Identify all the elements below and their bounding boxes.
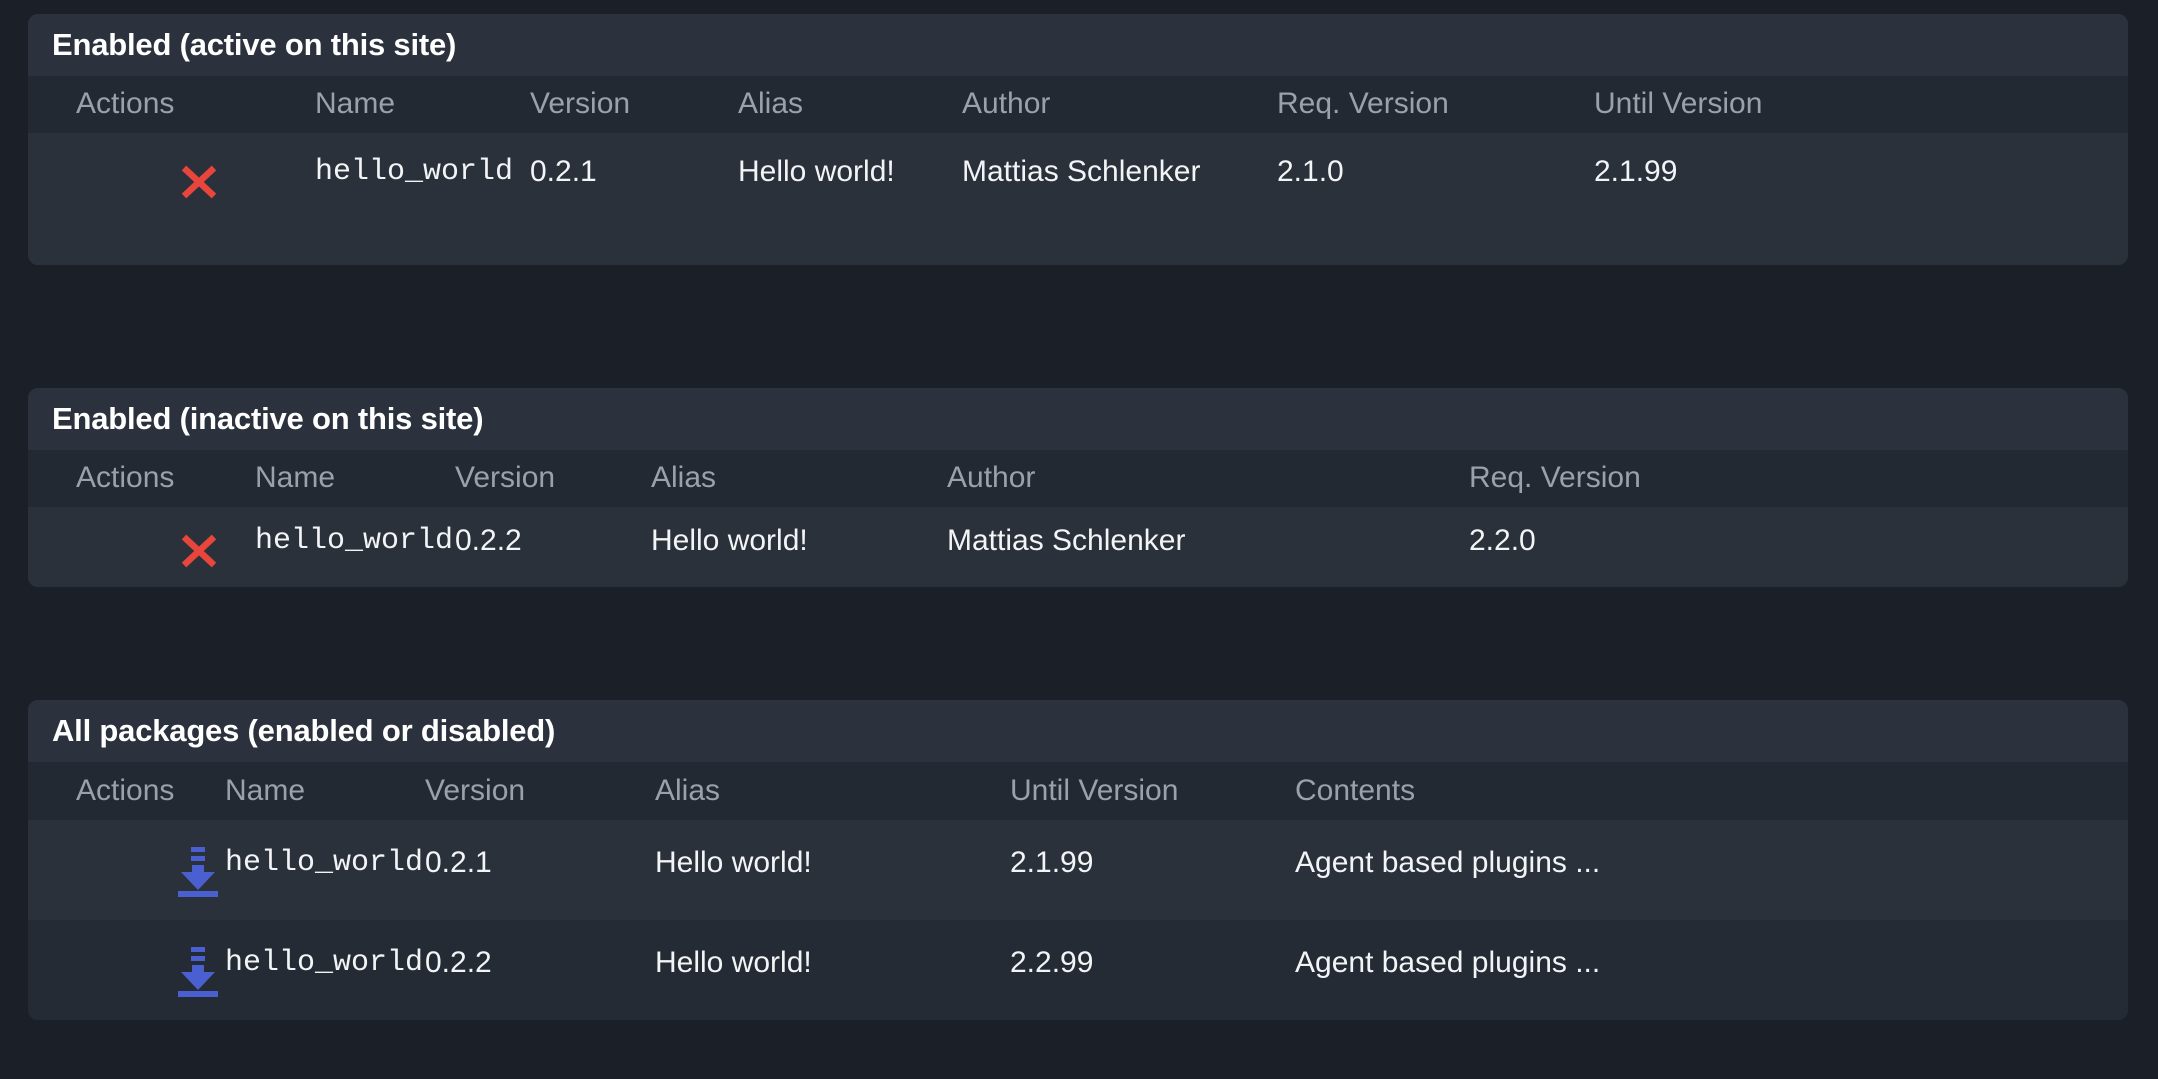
column-header-author: Author <box>962 87 1277 122</box>
table-header-row: Actions Name Version Alias Author Req. V… <box>28 450 2128 507</box>
column-header-until-version: Until Version <box>1594 87 1904 122</box>
row-actions <box>28 155 315 207</box>
column-header-until-version: Until Version <box>1010 774 1295 809</box>
cell-version: 0.2.1 <box>530 155 738 190</box>
cell-req-version: 2.1.0 <box>1277 155 1594 190</box>
column-header-actions: Actions <box>28 774 225 809</box>
table-header-row: Actions Name Version Alias Until Version… <box>28 762 2128 820</box>
cell-alias: Hello world! <box>655 946 1010 981</box>
column-header-alias: Alias <box>651 461 947 496</box>
cell-until-version: 2.1.99 <box>1594 155 1904 190</box>
cell-name: hello_world <box>255 524 455 559</box>
package-manager-page: Enabled (active on this site) Actions Na… <box>0 0 2158 1079</box>
section-title: Enabled (active on this site) <box>28 14 2128 76</box>
cell-version: 0.2.1 <box>425 846 655 881</box>
cell-author: Mattias Schlenker <box>962 155 1277 190</box>
packages-table: Actions Name Version Alias Until Version… <box>28 762 2128 1020</box>
column-header-actions: Actions <box>28 461 255 496</box>
section-enabled-inactive: Enabled (inactive on this site) Actions … <box>28 388 2128 587</box>
column-header-actions: Actions <box>28 87 315 122</box>
column-header-name: Name <box>255 461 455 496</box>
cell-contents: Agent based plugins ... <box>1295 946 1935 981</box>
packages-table: Actions Name Version Alias Author Req. V… <box>28 76 2128 265</box>
column-header-name: Name <box>225 774 425 809</box>
table-row: hello_world 0.2.2 Hello world! Mattias S… <box>28 507 2128 587</box>
column-header-author: Author <box>947 461 1469 496</box>
section-all-packages: All packages (enabled or disabled) Actio… <box>28 700 2128 1020</box>
column-header-version: Version <box>425 774 655 809</box>
table-row: hello_world 0.2.2 Hello world! 2.2.99 Ag… <box>28 920 2128 1020</box>
move-icon[interactable] <box>236 158 315 204</box>
download-icon[interactable] <box>76 846 220 898</box>
delete-icon[interactable] <box>76 527 222 573</box>
column-header-alias: Alias <box>655 774 1010 809</box>
table-row: hello_world 0.2.1 Hello world! Mattias S… <box>28 133 2128 265</box>
row-actions <box>28 846 225 898</box>
column-header-contents: Contents <box>1295 774 1935 809</box>
cell-alias: Hello world! <box>651 524 947 559</box>
cell-name: hello_world <box>225 846 425 881</box>
download-icon[interactable] <box>76 946 220 998</box>
column-header-version: Version <box>530 87 738 122</box>
cell-until-version: 2.1.99 <box>1010 846 1295 881</box>
row-actions <box>28 524 255 576</box>
column-header-req-version: Req. Version <box>1469 461 1799 496</box>
section-title: All packages (enabled or disabled) <box>28 700 2128 762</box>
cell-name: hello_world <box>315 155 530 190</box>
table-header-row: Actions Name Version Alias Author Req. V… <box>28 76 2128 133</box>
open-external-icon[interactable] <box>236 524 255 576</box>
cell-author: Mattias Schlenker <box>947 524 1469 559</box>
delete-icon[interactable] <box>76 158 222 204</box>
column-header-name: Name <box>315 87 530 122</box>
row-actions <box>28 946 225 998</box>
table-row: hello_world 0.2.1 Hello world! 2.1.99 Ag… <box>28 820 2128 920</box>
packages-table: Actions Name Version Alias Author Req. V… <box>28 450 2128 587</box>
cell-alias: Hello world! <box>738 155 962 190</box>
column-header-req-version: Req. Version <box>1277 87 1594 122</box>
section-title: Enabled (inactive on this site) <box>28 388 2128 450</box>
cell-version: 0.2.2 <box>455 524 651 559</box>
cell-alias: Hello world! <box>655 846 1010 881</box>
cell-until-version: 2.2.99 <box>1010 946 1295 981</box>
section-enabled-active: Enabled (active on this site) Actions Na… <box>28 14 2128 265</box>
column-header-version: Version <box>455 461 651 496</box>
cell-req-version: 2.2.0 <box>1469 524 1799 559</box>
cell-contents: Agent based plugins ... <box>1295 846 1935 881</box>
cell-name: hello_world <box>225 946 425 981</box>
column-header-alias: Alias <box>738 87 962 122</box>
cell-version: 0.2.2 <box>425 946 655 981</box>
